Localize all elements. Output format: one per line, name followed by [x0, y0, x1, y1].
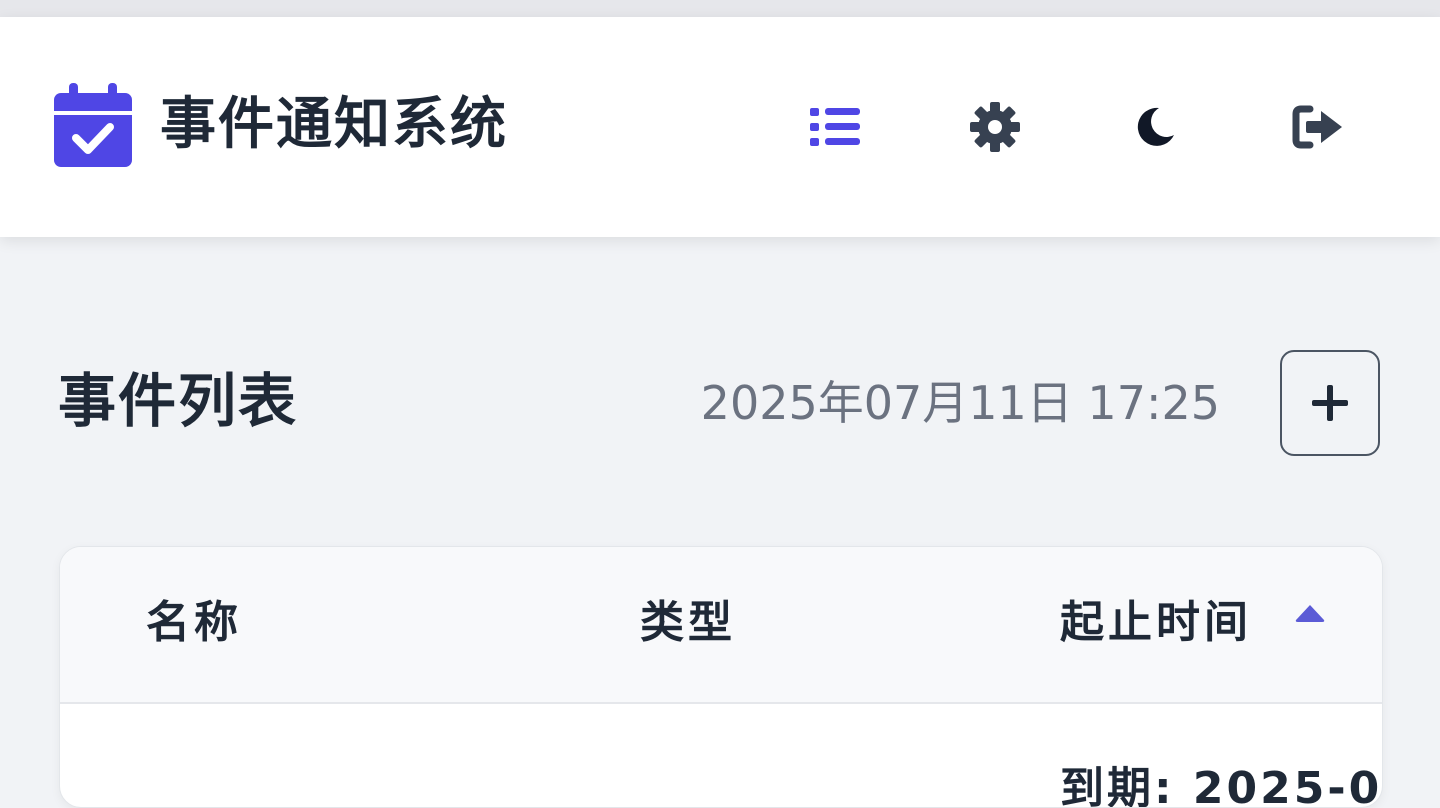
- plus-icon: [1312, 385, 1348, 421]
- column-header-time[interactable]: 起止时间: [1060, 601, 1252, 645]
- top-strip: [0, 0, 1440, 17]
- moon-icon: [1137, 107, 1174, 146]
- add-event-button[interactable]: [1280, 350, 1380, 456]
- current-datetime: 2025年07月11日 17:25: [700, 376, 1220, 430]
- app-title: 事件通知系统: [160, 92, 508, 157]
- settings-button[interactable]: [965, 97, 1025, 157]
- list-icon: [810, 108, 860, 146]
- theme-toggle-button[interactable]: [1125, 97, 1185, 157]
- column-header-type[interactable]: 类型: [640, 601, 736, 645]
- sort-up-icon[interactable]: [1294, 603, 1326, 623]
- logout-button[interactable]: [1288, 97, 1348, 157]
- logout-icon: [1292, 105, 1342, 149]
- brand[interactable]: 事件通知系统: [54, 83, 508, 167]
- calendar-check-icon: [54, 83, 132, 167]
- nav-list-button[interactable]: [805, 97, 865, 157]
- gear-icon: [970, 102, 1020, 152]
- app-header: 事件通知系统: [0, 17, 1440, 237]
- column-header-name[interactable]: 名称: [146, 601, 242, 645]
- table-row-time-partial: 到期: 2025-07: [1060, 763, 1383, 808]
- page-title: 事件列表: [58, 367, 299, 435]
- event-table: 名称 类型 起止时间 到期: 2025-07: [59, 546, 1383, 808]
- table-header: 名称 类型 起止时间: [60, 547, 1382, 704]
